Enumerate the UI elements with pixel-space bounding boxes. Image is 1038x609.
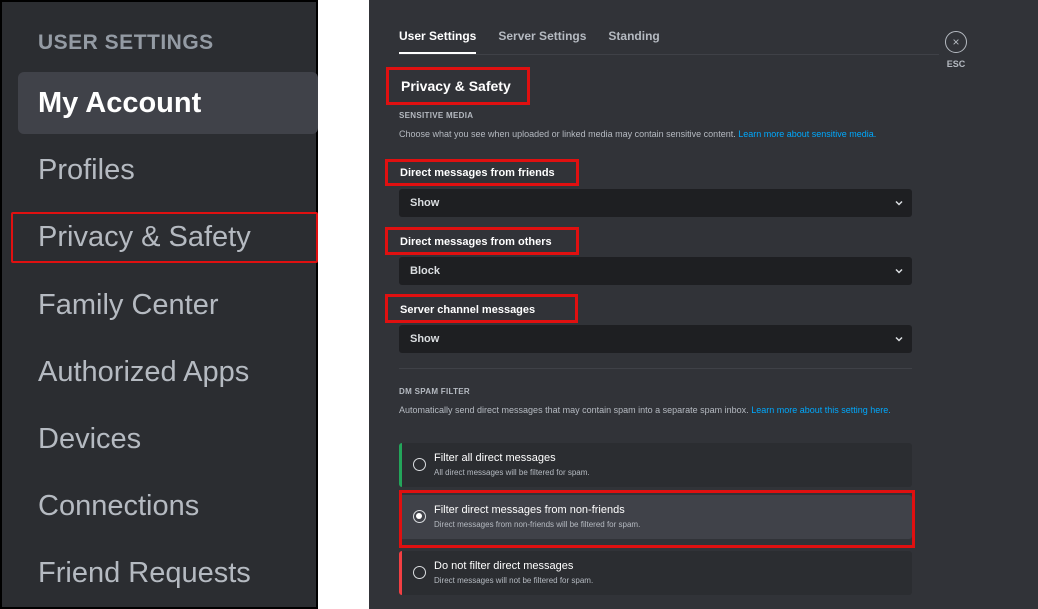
settings-sidebar: USER SETTINGS My Account Profiles Privac…	[0, 0, 318, 609]
tab-standing[interactable]: Standing	[608, 29, 659, 54]
highlight-box-privacy-safety	[11, 212, 318, 263]
tab-user-settings[interactable]: User Settings	[399, 29, 477, 54]
sidebar-item-family-center[interactable]: Family Center	[18, 274, 318, 336]
server-select[interactable]: Show	[399, 325, 912, 353]
spam-filter-description: Automatically send direct messages that …	[399, 404, 919, 417]
esc-label: ESC	[946, 59, 966, 69]
spam-filter-heading: DM SPAM FILTER	[399, 387, 471, 396]
sidebar-item-devices[interactable]: Devices	[18, 408, 318, 470]
sidebar-item-authorized-apps[interactable]: Authorized Apps	[18, 341, 318, 403]
friends-select-value: Show	[410, 197, 440, 209]
server-select-value: Show	[410, 333, 440, 345]
radio-option-title: Do not filter direct messages	[434, 560, 574, 572]
sensitive-media-learn-more-link[interactable]: Learn more about sensitive media.	[738, 129, 876, 139]
highlight-box-title	[386, 67, 530, 105]
radio-option-desc: All direct messages will be filtered for…	[434, 468, 590, 477]
others-select-value: Block	[410, 265, 440, 277]
highlight-box-non-friends	[399, 490, 915, 548]
radio-icon	[413, 458, 426, 471]
radio-option-desc: Direct messages will not be filtered for…	[434, 576, 594, 585]
tab-bar: User Settings Server Settings Standing	[399, 29, 660, 54]
sidebar-item-profiles[interactable]: Profiles	[18, 139, 318, 201]
sidebar-header: USER SETTINGS	[38, 31, 214, 54]
settings-content: User Settings Server Settings Standing ×…	[369, 0, 1038, 609]
others-select[interactable]: Block	[399, 257, 912, 285]
close-icon[interactable]: ×	[945, 31, 967, 53]
radio-option-no-filter[interactable]: Do not filter direct messages Direct mes…	[399, 551, 912, 595]
spam-filter-learn-more-link[interactable]: Learn more about this setting here.	[751, 405, 891, 415]
spam-filter-description-text: Automatically send direct messages that …	[399, 405, 749, 415]
chevron-down-icon	[895, 336, 903, 342]
tab-divider	[399, 54, 939, 55]
sidebar-item-connections[interactable]: Connections	[18, 475, 318, 537]
highlight-box-server	[385, 294, 578, 323]
highlight-box-friends	[385, 159, 579, 186]
sensitive-media-description: Choose what you see when uploaded or lin…	[399, 128, 899, 141]
tab-server-settings[interactable]: Server Settings	[498, 29, 586, 54]
section-divider	[399, 368, 912, 369]
radio-option-filter-all[interactable]: Filter all direct messages All direct me…	[399, 443, 912, 487]
radio-option-title: Filter all direct messages	[434, 452, 556, 464]
highlight-box-others	[385, 227, 579, 255]
sensitive-media-description-text: Choose what you see when uploaded or lin…	[399, 129, 736, 139]
sidebar-item-friend-requests[interactable]: Friend Requests	[18, 542, 318, 604]
sensitive-media-heading: SENSITIVE MEDIA	[399, 111, 474, 120]
friends-select[interactable]: Show	[399, 189, 912, 217]
sidebar-item-my-account[interactable]: My Account	[18, 72, 318, 134]
radio-icon	[413, 566, 426, 579]
chevron-down-icon	[895, 268, 903, 274]
chevron-down-icon	[895, 200, 903, 206]
